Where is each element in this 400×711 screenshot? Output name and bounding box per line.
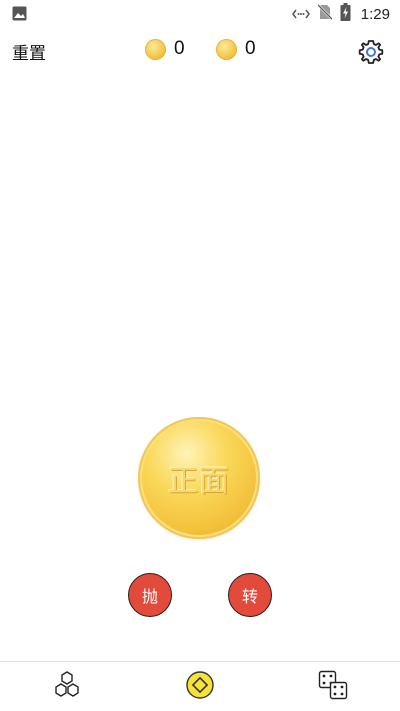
coin[interactable]: 正面 — [138, 417, 260, 539]
dice-icon — [318, 670, 348, 704]
signal-icon — [291, 5, 310, 24]
status-time: 1:29 — [360, 5, 390, 23]
header: 重置 0 0 — [0, 36, 400, 68]
hexagons-icon — [52, 671, 82, 703]
coin-face-text: 正面 — [168, 464, 230, 499]
status-bar: 1:29 — [0, 0, 400, 28]
status-icons: 1:29 — [291, 3, 390, 25]
nav-dice[interactable] — [318, 670, 348, 704]
nav-hexagons[interactable] — [52, 671, 82, 703]
toss-button[interactable]: 抛 — [128, 573, 172, 617]
app-screen: 1:29 重置 0 0 正面 抛 转 — [0, 0, 400, 711]
heads-count: 0 — [174, 38, 185, 59]
nav-coin[interactable] — [185, 670, 215, 704]
image-icon — [12, 6, 27, 25]
coin-icon — [185, 670, 215, 704]
tails-coin-icon — [216, 38, 237, 60]
reset-button[interactable]: 重置 — [12, 39, 46, 64]
tails-counter: 0 — [216, 38, 256, 60]
battery-charging-icon — [340, 3, 351, 25]
tails-count: 0 — [245, 38, 256, 59]
gear-icon[interactable] — [358, 39, 384, 65]
no-sim-icon — [316, 4, 333, 24]
heads-counter: 0 — [145, 38, 185, 60]
heads-coin-icon — [145, 38, 166, 60]
bottom-nav — [0, 661, 400, 711]
spin-button[interactable]: 转 — [228, 573, 272, 617]
